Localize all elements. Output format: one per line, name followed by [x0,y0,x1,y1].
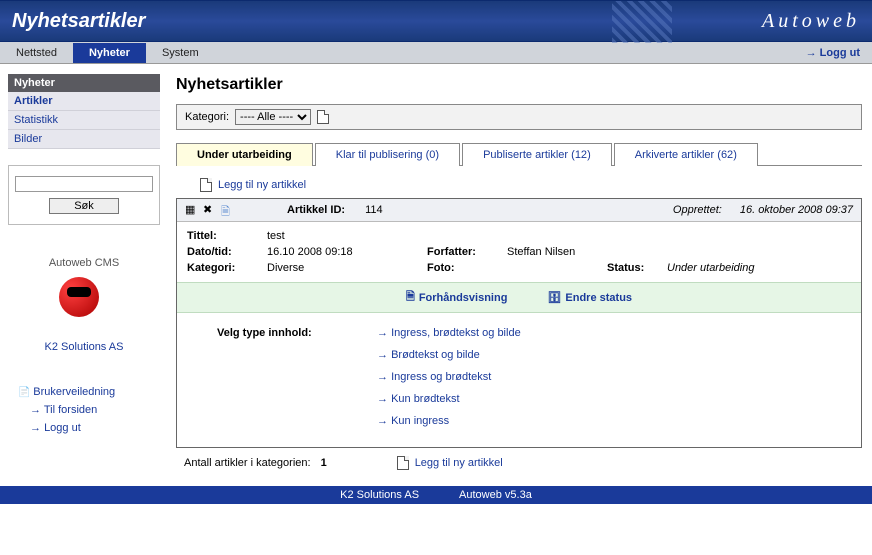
cat-value: Diverse [267,262,427,274]
top-nav: Nettsted Nyheter System Logg ut [0,42,872,64]
nav-nyheter[interactable]: Nyheter [73,43,146,63]
ct-item-1[interactable]: Brødtekst og bilde [377,349,521,361]
created-value: 16. oktober 2008 09:37 [740,204,853,216]
main-heading: Nyhetsartikler [176,76,862,94]
category-label: Kategori: [185,111,229,123]
page-title: Nyhetsartikler [12,10,145,33]
header-bar: Nyhetsartikler Autoweb [0,0,872,42]
category-row: Kategori: ---- Alle ---- [176,104,862,130]
tab-under-utarbeiding[interactable]: Under utarbeiding [176,143,313,166]
main-content: Nyhetsartikler Kategori: ---- Alle ---- … [168,64,872,486]
content-type-label: Velg type innhold: [217,327,357,427]
sidebar-links: Brukerveiledning Til forsiden Logg ut [8,383,160,437]
article-box: ▦ ✖ 🗎 Artikkel ID: 114 Opprettet: 16. ok… [176,198,862,448]
header-decoration [612,1,672,43]
ct-item-0[interactable]: Ingress, brødtekst og bilde [377,327,521,339]
title-value: test [267,230,285,242]
page-icon[interactable]: 🗎 [221,203,235,217]
article-header: ▦ ✖ 🗎 Artikkel ID: 114 Opprettet: 16. ok… [177,199,861,222]
preview-icon: 🗎 [406,288,415,307]
cms-block: Autoweb CMS K2 Solutions AS [8,257,160,353]
nav-logout[interactable]: Logg ut [806,47,872,59]
status-icon: 🗄 [547,291,561,304]
sidebar-box: Nyheter Artikler Statistikk Bilder [8,74,160,149]
search-button[interactable]: Søk [49,198,119,214]
preview-link[interactable]: 🗎 Forhåndsvisning [406,288,507,307]
new-doc-icon[interactable] [317,110,329,124]
add-article-link-top[interactable]: Legg til ny artikkel [176,172,862,198]
sidebar-link-logout[interactable]: Logg ut [8,419,160,437]
ct-item-2[interactable]: Ingress og brødtekst [377,371,521,383]
status-value: Under utarbeiding [667,262,754,274]
tabs: Under utarbeiding Klar til publisering (… [176,142,862,166]
cat-label: Kategori: [187,262,267,274]
category-select[interactable]: ---- Alle ---- [235,109,311,125]
count-label: Antall artikler i kategorien: [184,457,311,469]
nav-system[interactable]: System [146,43,215,63]
date-value: 16.10 2008 09:18 [267,246,427,258]
grid-icon[interactable]: ▦ [185,203,199,217]
title-label: Tittel: [187,230,267,242]
action-bar: 🗎 Forhåndsvisning 🗄 Endre status [177,282,861,313]
sidebar-item-statistikk[interactable]: Statistikk [8,111,160,130]
date-label: Dato/tid: [187,246,267,258]
change-status-link[interactable]: 🗄 Endre status [547,288,632,307]
author-value: Steffan Nilsen [507,246,575,258]
sidebar-item-bilder[interactable]: Bilder [8,130,160,149]
document-icon [397,456,409,470]
article-meta: Tittel: test Dato/tid: 16.10 2008 09:18 … [177,222,861,282]
count-value: 1 [321,457,327,469]
ct-item-3[interactable]: Kun brødtekst [377,393,521,405]
sidebar-box-title: Nyheter [8,74,160,92]
article-id-label: Artikkel ID: [287,204,345,216]
cms-logo-icon [59,277,109,327]
list-footer: Antall artikler i kategorien: 1 Legg til… [176,448,862,478]
photo-label: Foto: [427,262,487,274]
nav-nettsted[interactable]: Nettsted [0,43,73,63]
cms-company-link[interactable]: K2 Solutions AS [8,341,160,353]
created-label: Opprettet: [673,204,722,216]
footer-company: K2 Solutions AS [340,489,419,501]
search-box: Søk [8,165,160,225]
author-label: Forfatter: [427,246,507,258]
ct-item-4[interactable]: Kun ingress [377,415,521,427]
bottom-bar: K2 Solutions AS Autoweb v5.3a [0,486,872,504]
delete-icon[interactable]: ✖ [203,203,217,217]
article-id: 114 [365,204,383,216]
search-input[interactable] [15,176,153,192]
sidebar-link-home[interactable]: Til forsiden [8,401,160,419]
add-article-link-bottom[interactable]: Legg til ny artikkel [397,456,503,470]
brand-label: Autoweb [762,10,860,33]
status-label: Status: [607,262,667,274]
sidebar: Nyheter Artikler Statistikk Bilder Søk A… [0,64,168,486]
cms-label: Autoweb CMS [8,257,160,269]
footer-version: Autoweb v5.3a [459,489,532,501]
tab-klar-til-publisering[interactable]: Klar til publisering (0) [315,143,460,166]
tab-publiserte[interactable]: Publiserte artikler (12) [462,143,612,166]
sidebar-item-artikler[interactable]: Artikler [8,92,160,111]
tab-arkiverte[interactable]: Arkiverte artikler (62) [614,143,758,166]
content-type-section: Velg type innhold: Ingress, brødtekst og… [177,313,861,447]
sidebar-link-guide[interactable]: Brukerveiledning [8,383,160,401]
document-icon [200,178,212,192]
photo-value [487,262,607,274]
